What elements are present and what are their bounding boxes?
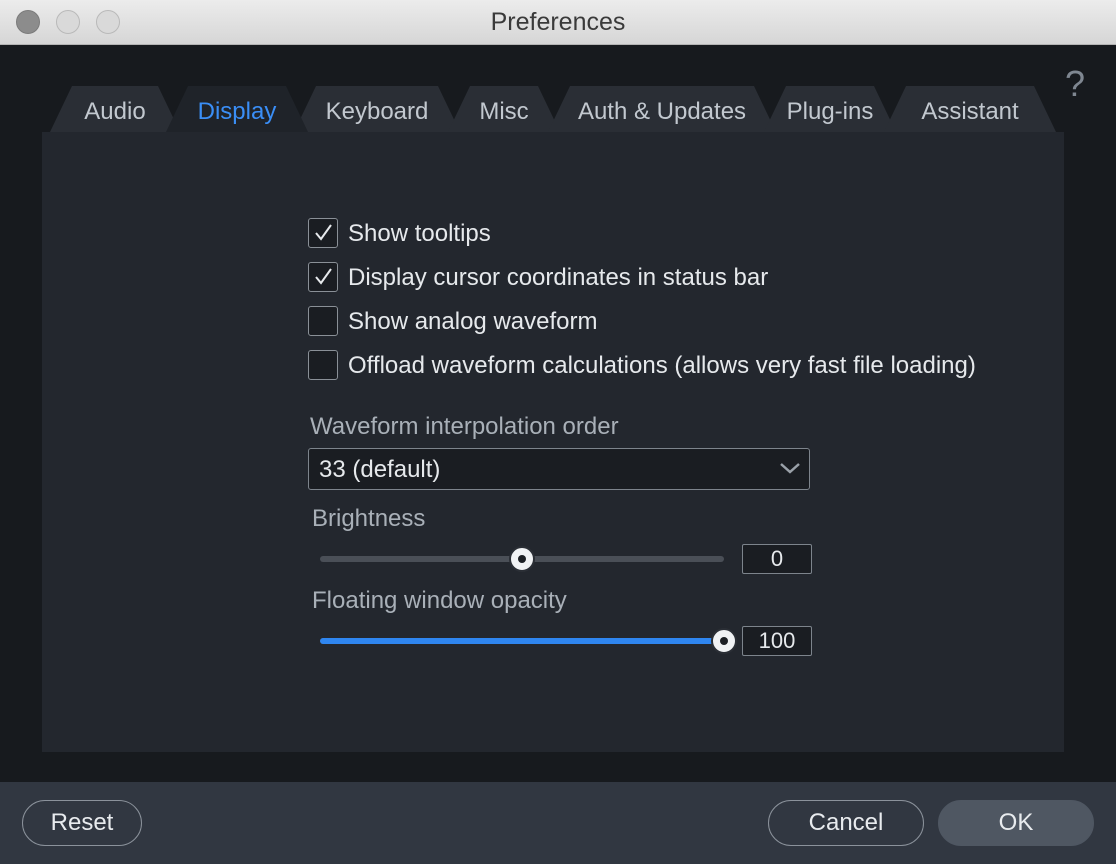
cursor-coordinates-label: Display cursor coordinates in status bar (348, 264, 769, 291)
preferences-window: Preferences ? Audio Keyboard Misc Auth &… (0, 0, 1116, 864)
interpolation-order-select[interactable]: 33 (default) (308, 448, 810, 490)
opacity-slider[interactable] (320, 628, 737, 654)
checkbox-box[interactable] (308, 262, 338, 292)
tab-assistant[interactable]: Assistant (884, 86, 1056, 132)
tab-auth-updates-label: Auth & Updates (577, 98, 747, 125)
brightness-slider-handle[interactable] (509, 546, 535, 572)
tab-misc[interactable]: Misc (448, 86, 560, 132)
checkbox-box[interactable] (308, 350, 338, 380)
brightness-value-field[interactable]: 0 (742, 544, 812, 574)
show-tooltips-label: Show tooltips (348, 220, 491, 247)
tab-misc-label: Misc (479, 98, 529, 125)
checkmark-icon (315, 224, 332, 241)
checkbox-box[interactable] (308, 306, 338, 336)
tab-display-label: Display (197, 98, 277, 125)
tab-audio[interactable]: Audio (50, 86, 180, 132)
window-title: Preferences (490, 8, 626, 36)
tab-assistant-label: Assistant (921, 98, 1019, 125)
checkbox-box[interactable] (308, 218, 338, 248)
offload-waveform-label: Offload waveform calculations (allows ve… (348, 352, 976, 379)
tab-keyboard[interactable]: Keyboard (294, 86, 460, 132)
help-icon[interactable]: ? (1060, 64, 1090, 104)
opacity-value-field[interactable]: 100 (742, 626, 812, 656)
tab-keyboard-label: Keyboard (325, 98, 429, 125)
tab-display[interactable]: Display (166, 86, 308, 132)
tab-plug-ins[interactable]: Plug-ins (764, 86, 896, 132)
cancel-button[interactable]: Cancel (768, 800, 924, 846)
tab-auth-updates[interactable]: Auth & Updates (548, 86, 776, 132)
tab-audio-label: Audio (84, 98, 146, 125)
opacity-slider-handle[interactable] (711, 628, 737, 654)
tab-plug-ins-label: Plug-ins (786, 98, 874, 125)
analog-waveform-label: Show analog waveform (348, 308, 598, 335)
reset-button[interactable]: Reset (22, 800, 142, 846)
display-settings-panel (42, 132, 1064, 752)
brightness-slider[interactable] (320, 546, 724, 572)
interpolation-order-value: 33 (default) (319, 456, 441, 483)
title-bar[interactable]: Preferences (0, 0, 1116, 45)
chevron-down-icon (780, 463, 800, 474)
checkmark-icon (315, 268, 332, 285)
interpolation-order-label: Waveform interpolation order (310, 413, 619, 440)
ok-button[interactable]: OK (938, 800, 1094, 846)
opacity-slider-fill (320, 638, 724, 644)
opacity-label: Floating window opacity (312, 587, 567, 614)
brightness-slider-fill (320, 556, 522, 562)
brightness-label: Brightness (312, 505, 426, 532)
